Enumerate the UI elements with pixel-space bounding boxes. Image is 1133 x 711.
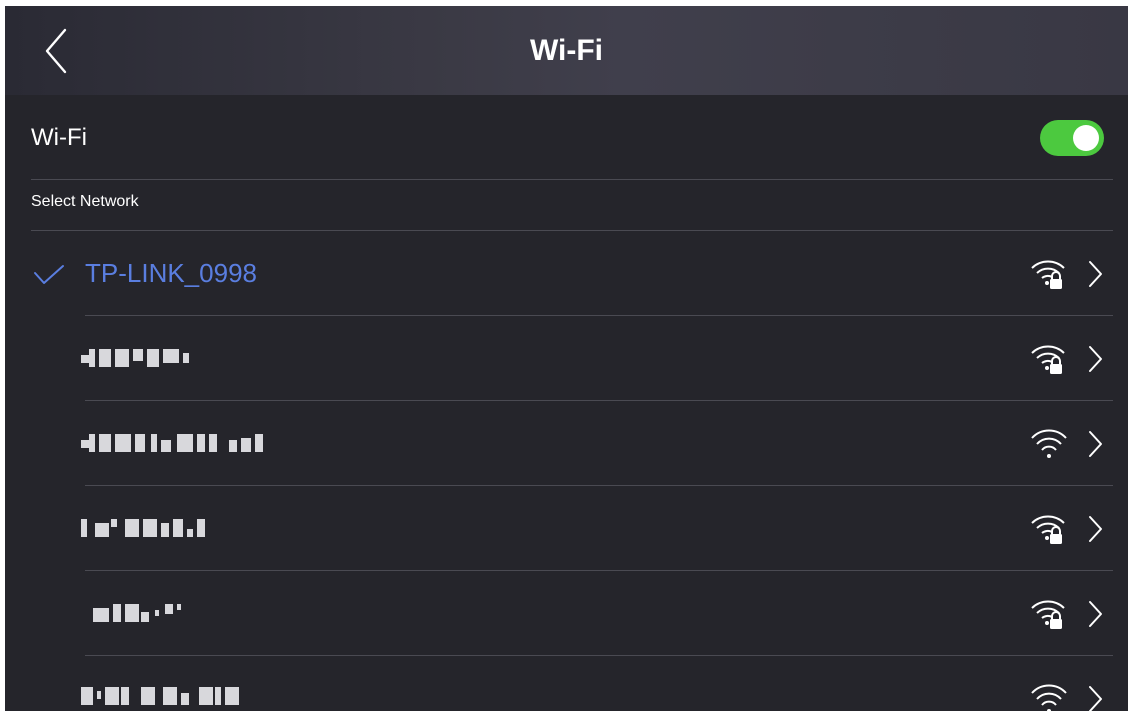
- network-row[interactable]: [5, 316, 1128, 400]
- wifi-settings-screen: Wi-Fi Wi-Fi Select Network TP-LINK_0998: [5, 6, 1128, 711]
- wifi-icon: [1031, 684, 1067, 711]
- network-name: TP-LINK_0998: [85, 258, 257, 288]
- network-row[interactable]: [5, 486, 1128, 570]
- chevron-right-icon: [1089, 516, 1102, 542]
- chevron-left-icon: [45, 28, 67, 74]
- header-bar: Wi-Fi: [5, 6, 1128, 95]
- network-row[interactable]: [5, 656, 1128, 711]
- divider: [31, 179, 1113, 180]
- toggle-knob: [1073, 125, 1099, 151]
- wifi-toggle-switch[interactable]: [1040, 120, 1104, 156]
- wifi-lock-icon: [1031, 345, 1065, 374]
- chevron-right-icon: [1089, 601, 1102, 627]
- wifi-icon: [1031, 429, 1067, 458]
- checkmark-icon: [34, 265, 64, 284]
- network-row-connected[interactable]: TP-LINK_0998: [5, 231, 1128, 315]
- section-label: Select Network: [31, 193, 139, 210]
- back-button[interactable]: [35, 26, 79, 76]
- wifi-lock-icon: [1031, 515, 1065, 544]
- wifi-toggle-label: Wi-Fi: [31, 124, 87, 151]
- wifi-lock-icon: [1031, 600, 1065, 629]
- chevron-right-icon: [1089, 686, 1102, 711]
- chevron-right-icon: [1089, 431, 1102, 457]
- network-row[interactable]: [5, 401, 1128, 485]
- wifi-lock-icon: [1031, 260, 1065, 289]
- page-title: Wi-Fi: [529, 34, 604, 67]
- chevron-right-icon: [1089, 346, 1102, 372]
- network-row[interactable]: [5, 571, 1128, 655]
- chevron-right-icon: [1089, 261, 1102, 287]
- wifi-toggle-row: Wi-Fi: [5, 95, 1128, 179]
